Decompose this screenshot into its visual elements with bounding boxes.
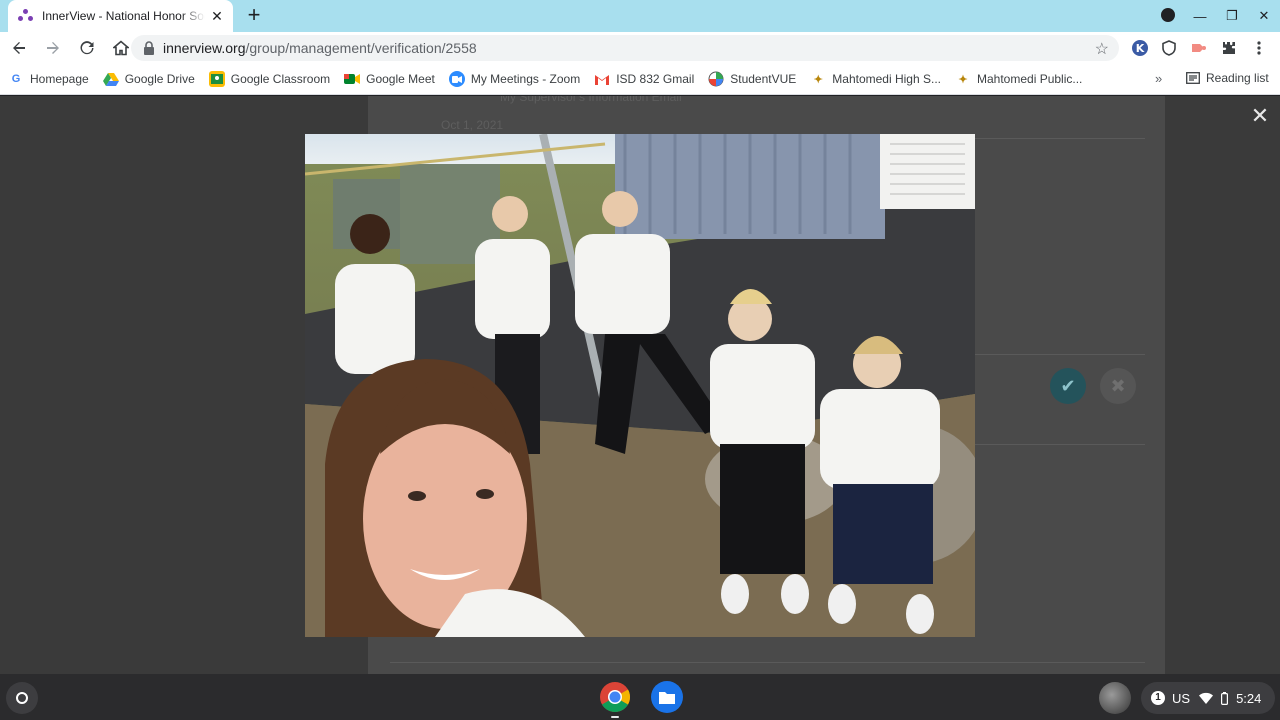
bookmark-mahtomedi-public[interactable]: ✦ Mahtomedi Public... [955,71,1082,87]
google-drive-icon [102,71,119,87]
more-bookmarks-icon[interactable]: » [1155,71,1162,86]
clock: 5:24 [1236,690,1262,706]
restore-icon[interactable]: ❐ [1216,8,1248,24]
window-controls: — ❐ ✕ [1152,0,1280,32]
bookmark-google-drive[interactable]: Google Drive [102,71,195,87]
bookmarks-bar: G Homepage Google Drive Google Classroom… [0,64,1280,95]
svg-text:K: K [1136,42,1145,55]
innerview-favicon-icon [18,8,34,24]
bookmark-zoom[interactable]: My Meetings - Zoom [448,71,580,87]
submission-date: Oct 1, 2021 [441,118,504,132]
check-icon: ✔ [1060,376,1076,396]
system-shelf: 1 US 5:24 [0,674,1280,720]
gmail-icon [594,71,610,87]
bookmark-homepage[interactable]: G Homepage [8,71,89,87]
profile-drop-icon[interactable] [1152,7,1184,25]
google-classroom-icon [208,71,225,87]
back-icon[interactable] [4,33,34,63]
battery-icon [1221,691,1229,705]
google-icon: G [11,73,21,85]
launcher-button[interactable] [6,682,38,714]
status-tray[interactable]: 1 US 5:24 [1141,682,1275,714]
tab-title: InnerView - National Honor Society [42,9,205,23]
bookmark-studentvue[interactable]: StudentVUE [708,71,796,87]
active-app-indicator [611,716,619,718]
school-icon: ✦ [813,73,823,86]
verification-photo [305,134,975,637]
bookmark-gmail[interactable]: ISD 832 Gmail [594,71,694,87]
browser-menu-icon[interactable] [1247,36,1271,60]
approve-button[interactable]: ✔ [1050,368,1086,404]
zoom-icon [448,71,465,87]
url-text: innerview.org/group/management/verificat… [163,40,477,56]
browser-toolbar: innerview.org/group/management/verificat… [0,32,1280,64]
avatar[interactable] [1099,682,1131,714]
shield-extension-icon[interactable] [1157,36,1181,60]
window-close-icon[interactable]: ✕ [1248,8,1280,24]
tab-strip: InnerView - National Honor Society ✕ + —… [0,0,1280,32]
extensions-puzzle-icon[interactable] [1217,36,1241,60]
screencast-extension-icon[interactable] [1187,36,1211,60]
chrome-app-icon[interactable] [599,681,631,713]
reading-list-icon [1186,72,1200,84]
reload-icon[interactable] [72,33,102,63]
reading-list-button[interactable]: Reading list [1186,71,1269,85]
input-method: US [1172,690,1191,706]
minimize-icon[interactable]: — [1184,9,1216,24]
lock-icon [144,41,154,55]
new-tab-button[interactable]: + [242,4,266,28]
bookmark-mahtomedi-high[interactable]: ✦ Mahtomedi High S... [810,71,941,87]
lightbox-close-icon[interactable]: ✕ [1250,105,1270,127]
x-icon: ✖ [1110,376,1126,396]
studentvue-icon [708,71,724,87]
google-meet-icon [344,71,361,87]
tab-close-icon[interactable]: ✕ [209,8,225,24]
launcher-icon [16,692,28,704]
divider [390,662,1145,663]
files-app-icon[interactable] [651,681,683,713]
notification-badge: 1 [1151,691,1165,705]
bookmark-star-icon[interactable]: ☆ [1095,39,1109,59]
address-bar[interactable]: innerview.org/group/management/verificat… [131,35,1119,61]
bookmark-google-classroom[interactable]: Google Classroom [208,71,330,87]
wifi-icon [1199,692,1214,704]
browser-tab[interactable]: InnerView - National Honor Society ✕ [8,0,233,32]
forward-icon[interactable] [38,33,68,63]
school-icon: ✦ [958,73,968,86]
extension-k-icon[interactable]: K [1128,36,1152,60]
reject-button[interactable]: ✖ [1100,368,1136,404]
bookmark-google-meet[interactable]: Google Meet [344,71,435,87]
page-overlay[interactable]: My Supervisor's Information Email Oct 1,… [0,96,1280,674]
supervisor-info-text: My Supervisor's Information Email [500,96,682,104]
